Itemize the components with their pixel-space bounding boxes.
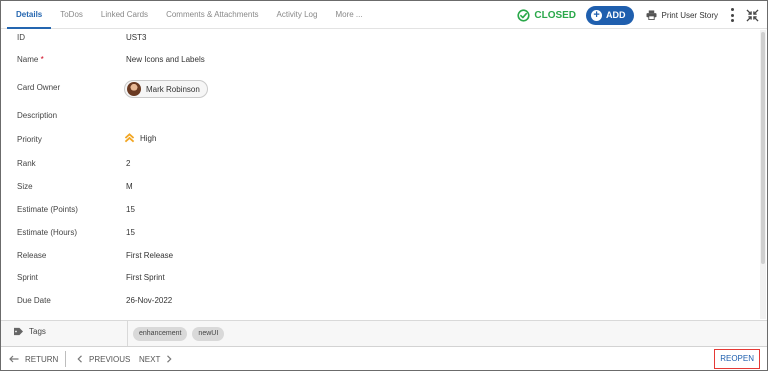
field-value[interactable]: First Release [126, 251, 173, 260]
field-card-owner: Card Owner Mark Robinson [1, 79, 757, 101]
field-label: Estimate (Points) [17, 205, 78, 214]
field-label: Priority [17, 135, 42, 144]
tab-details[interactable]: Details [7, 1, 52, 29]
arrow-left-icon [9, 355, 19, 363]
tag-chip[interactable]: enhancement [133, 326, 188, 341]
print-label: Print User Story [661, 10, 718, 20]
check-circle-icon [517, 8, 530, 22]
chevron-right-icon [167, 355, 172, 363]
tab-bar: Details ToDos Linked Cards Comments & At… [7, 1, 372, 29]
tag-chip[interactable]: newUI [192, 326, 225, 341]
priority-value[interactable]: High [124, 133, 156, 143]
details-panel: ID UST3 Name * New Icons and Labels Card… [1, 29, 757, 319]
priority-text: High [140, 133, 157, 143]
kebab-menu-icon[interactable] [728, 8, 736, 22]
field-estimate-points[interactable]: Estimate (Points) 15 [1, 201, 757, 223]
field-label: Description [17, 111, 58, 120]
add-button[interactable]: + ADD [586, 5, 634, 25]
field-value[interactable]: M [126, 182, 133, 191]
field-label: Due Date [17, 296, 51, 305]
footer-bar: RETURN PREVIOUS NEXT REOPEN [1, 346, 767, 370]
field-label: Release [17, 251, 47, 260]
status-badge: CLOSED [517, 8, 577, 22]
avatar [127, 82, 141, 96]
field-value[interactable]: 15 [126, 228, 135, 237]
field-label: Size [17, 182, 33, 191]
printer-icon [646, 10, 657, 20]
field-value[interactable]: New Icons and Labels [126, 55, 205, 64]
field-description[interactable]: Description [1, 107, 757, 129]
field-rank[interactable]: Rank 2 [1, 155, 757, 177]
field-name[interactable]: Name * New Icons and Labels [1, 51, 757, 73]
double-chevron-up-icon [124, 133, 135, 143]
tags-label: Tags [13, 327, 46, 336]
field-estimate-hours[interactable]: Estimate (Hours) 15 [1, 224, 757, 246]
footer-divider [65, 351, 66, 367]
tab-more[interactable]: More ... [326, 1, 371, 29]
field-label: Estimate (Hours) [17, 228, 78, 237]
next-label: NEXT [139, 354, 161, 364]
field-value[interactable]: 15 [126, 205, 135, 214]
vertical-scrollbar[interactable] [760, 30, 766, 319]
tag-icon [14, 327, 23, 336]
required-marker: * [40, 55, 44, 64]
field-value[interactable]: 26-Nov-2022 [126, 296, 172, 305]
field-label: Sprint [17, 273, 38, 282]
previous-button[interactable]: PREVIOUS [77, 347, 131, 370]
collapse-arrows-icon[interactable] [746, 8, 759, 22]
previous-label: PREVIOUS [89, 354, 131, 364]
field-id: ID UST3 [1, 29, 757, 51]
next-button[interactable]: NEXT [139, 347, 172, 370]
add-button-label: ADD [606, 10, 626, 20]
field-value[interactable]: First Sprint [126, 273, 165, 282]
owner-name: Mark Robinson [146, 84, 200, 94]
field-priority[interactable]: Priority High [1, 131, 757, 153]
tags-list[interactable]: enhancement newUI [127, 321, 229, 346]
tab-activity-log[interactable]: Activity Log [268, 1, 327, 29]
plus-circle-icon: + [591, 9, 603, 21]
field-release[interactable]: Release First Release [1, 247, 757, 269]
tags-bar: Tags enhancement newUI [1, 320, 767, 346]
return-label: RETURN [25, 354, 59, 364]
reopen-button[interactable]: REOPEN [714, 349, 760, 369]
return-button[interactable]: RETURN [9, 347, 59, 370]
field-label: ID [17, 33, 25, 42]
owner-chip[interactable]: Mark Robinson [124, 80, 208, 98]
card-details-window: Details ToDos Linked Cards Comments & At… [0, 0, 768, 371]
field-due-date[interactable]: Due Date 26-Nov-2022 [1, 292, 757, 314]
field-value[interactable]: 2 [126, 159, 130, 168]
tab-linked-cards[interactable]: Linked Cards [92, 1, 157, 29]
field-label: Name * [17, 55, 44, 64]
field-value: UST3 [126, 33, 147, 42]
status-text: CLOSED [534, 9, 577, 21]
chevron-left-icon [77, 355, 82, 363]
field-size[interactable]: Size M [1, 178, 757, 200]
field-label: Rank [17, 159, 36, 168]
scrollbar-thumb[interactable] [761, 32, 765, 264]
tags-label-text: Tags [29, 327, 46, 336]
field-sprint[interactable]: Sprint First Sprint [1, 269, 757, 291]
field-label: Card Owner [17, 83, 61, 92]
card-header: Details ToDos Linked Cards Comments & At… [1, 1, 767, 29]
tab-todos[interactable]: ToDos [51, 1, 92, 29]
tab-comments-attachments[interactable]: Comments & Attachments [157, 1, 267, 29]
header-actions: CLOSED + ADD Print User Story [517, 1, 759, 29]
print-user-story-button[interactable]: Print User Story [646, 10, 718, 20]
